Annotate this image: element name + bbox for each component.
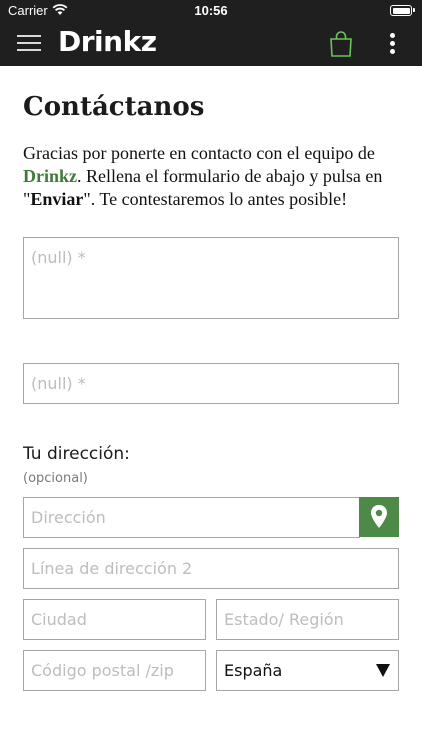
intro-text: Gracias por ponerte en contacto con el e… (23, 142, 403, 211)
city-field[interactable]: Ciudad (23, 599, 206, 640)
message-placeholder: (null) * (31, 248, 86, 267)
address-label: Tu dirección: (23, 444, 130, 464)
shopping-bag-icon[interactable] (329, 31, 353, 57)
intro-part-2: . Rellena el formulario de abajo y pulsa… (77, 166, 383, 186)
intro-action-word: Enviar (30, 189, 84, 209)
address-line2-placeholder: Línea de dirección 2 (31, 559, 193, 578)
address-line2-field[interactable]: Línea de dirección 2 (23, 548, 399, 589)
hamburger-menu-icon[interactable] (17, 34, 41, 52)
more-vertical-icon[interactable] (386, 33, 400, 55)
country-value: España (224, 661, 283, 680)
intro-part-1: Gracias por ponerte en contacto con el e… (23, 143, 375, 163)
navigation-bar: Drinkz (0, 22, 422, 66)
location-button[interactable] (359, 497, 399, 537)
page-title: Contáctanos (23, 92, 205, 122)
intro-brand-name: Drinkz (23, 166, 77, 186)
status-bar: Carrier 10:56 (0, 0, 422, 22)
brand-logo[interactable]: Drinkz (58, 25, 157, 58)
location-pin-icon (371, 505, 387, 528)
address-placeholder: Dirección (31, 508, 106, 527)
zip-placeholder: Código postal /zip (31, 661, 174, 680)
battery-icon (390, 5, 415, 16)
zip-field[interactable]: Código postal /zip (23, 650, 206, 691)
state-placeholder: Estado/ Región (224, 610, 344, 629)
address-field[interactable]: Dirección (23, 497, 360, 538)
message-field[interactable]: (null) * (23, 237, 399, 319)
dropdown-arrow-icon (376, 664, 390, 677)
second-field[interactable]: (null) * (23, 363, 399, 404)
intro-part-3: . Te contestaremos lo antes posible! (90, 189, 348, 209)
country-select[interactable]: España (216, 650, 399, 691)
state-field[interactable]: Estado/ Región (216, 599, 399, 640)
clock: 10:56 (194, 3, 228, 18)
second-placeholder: (null) * (31, 374, 86, 393)
address-optional-note: (opcional) (23, 471, 88, 486)
city-placeholder: Ciudad (31, 610, 87, 629)
intro-quote-close: " (83, 189, 91, 209)
